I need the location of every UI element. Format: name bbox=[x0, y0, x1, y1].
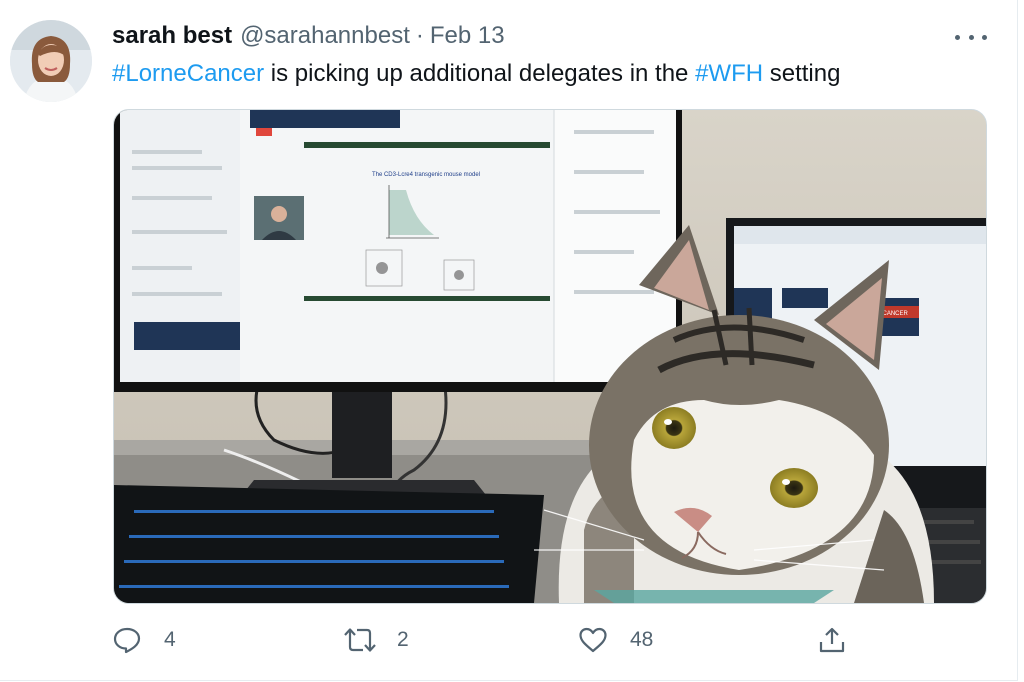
tweet-text-segment: setting bbox=[763, 60, 841, 87]
retweet-button[interactable]: 2 bbox=[343, 620, 409, 660]
share-icon bbox=[819, 627, 845, 653]
reply-count: 4 bbox=[164, 628, 176, 651]
avatar-photo bbox=[10, 20, 92, 102]
retweet-icon bbox=[344, 628, 376, 652]
retweet-count: 2 bbox=[397, 628, 409, 651]
separator-dot: · bbox=[415, 22, 424, 49]
avatar[interactable] bbox=[10, 20, 92, 102]
tweet-photo[interactable]: The CD3-Lcre4 transgenic mouse model CAN… bbox=[113, 109, 987, 604]
like-icon bbox=[579, 627, 607, 653]
tweet-card: sarah best @sarahannbest · Feb 13 #Lorne… bbox=[0, 0, 1018, 681]
like-button[interactable]: 48 bbox=[578, 620, 653, 660]
share-button[interactable] bbox=[818, 620, 846, 660]
tweet-header: sarah best @sarahannbest · Feb 13 bbox=[112, 22, 505, 54]
more-options-button[interactable] bbox=[955, 26, 987, 48]
slide-title-text: The CD3-Lcre4 transgenic mouse model bbox=[372, 172, 480, 178]
like-count: 48 bbox=[630, 628, 654, 651]
reply-button[interactable]: 4 bbox=[112, 620, 176, 660]
author-handle[interactable]: @sarahannbest bbox=[240, 22, 410, 50]
tweet-text: #LorneCancer is picking up additional de… bbox=[112, 58, 840, 90]
tweet-date[interactable]: Feb 13 bbox=[430, 22, 505, 50]
cat-desk-photo: The CD3-Lcre4 transgenic mouse model CAN… bbox=[114, 110, 986, 603]
hashtag-wfh[interactable]: #WFH bbox=[695, 60, 763, 87]
author-name[interactable]: sarah best bbox=[112, 22, 232, 50]
reply-icon bbox=[113, 627, 141, 654]
tweet-text-segment: is picking up additional delegates in th… bbox=[264, 60, 696, 87]
more-dots-icon bbox=[955, 34, 960, 40]
hashtag-lornecancer[interactable]: #LorneCancer bbox=[112, 60, 264, 87]
